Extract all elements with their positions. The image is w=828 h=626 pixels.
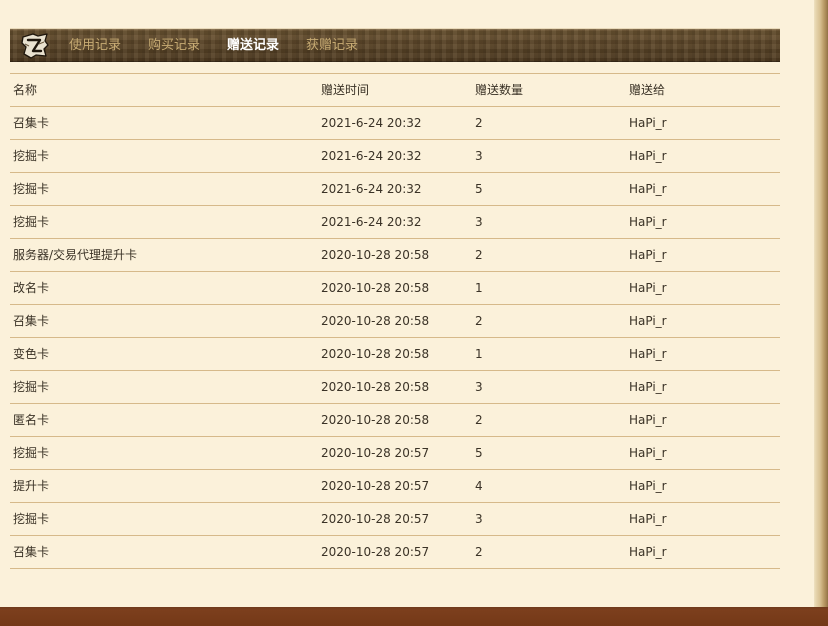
cell-recipient: HaPi_r: [629, 479, 667, 493]
column-header-gift-recipient: 赠送给: [629, 83, 666, 97]
cell-recipient: HaPi_r: [629, 446, 667, 460]
table-row: 挖掘卡 2021-6-24 20:32 3 HaPi_r: [10, 206, 780, 239]
table-row: 变色卡 2020-10-28 20:58 1 HaPi_r: [10, 338, 780, 371]
cell-recipient: HaPi_r: [629, 215, 667, 229]
table-row: 召集卡 2020-10-28 20:57 2 HaPi_r: [10, 536, 780, 569]
table-row: 挖掘卡 2020-10-28 20:58 3 HaPi_r: [10, 371, 780, 404]
cell-gift-quantity: 2: [475, 314, 483, 328]
cell-recipient: HaPi_r: [629, 314, 667, 328]
column-header-gift-quantity: 赠送数量: [475, 83, 524, 97]
cell-item-name: 召集卡: [13, 116, 50, 130]
cell-item-name: 匿名卡: [13, 413, 50, 427]
gift-records-table: 名称 赠送时间 赠送数量 赠送给 召集卡 2021-6-24 20:32 2 HaPi…: [10, 73, 780, 569]
cell-recipient: HaPi_r: [629, 248, 667, 262]
cell-item-name: 挖掘卡: [13, 446, 50, 460]
table-row: 挖掘卡 2020-10-28 20:57 3 HaPi_r: [10, 503, 780, 536]
table-row: 挖掘卡 2021-6-24 20:32 3 HaPi_r: [10, 140, 780, 173]
cell-recipient: HaPi_r: [629, 413, 667, 427]
cell-gift-quantity: 2: [475, 248, 483, 262]
cell-recipient: HaPi_r: [629, 545, 667, 559]
table-row: 召集卡 2020-10-28 20:58 2 HaPi_r: [10, 305, 780, 338]
cell-gift-quantity: 5: [475, 446, 483, 460]
cell-gift-time: 2020-10-28 20:57: [321, 512, 430, 526]
table-row: 召集卡 2021-6-24 20:32 2 HaPi_r: [10, 107, 780, 140]
cell-gift-time: 2020-10-28 20:57: [321, 479, 430, 493]
cell-gift-quantity: 1: [475, 347, 483, 361]
record-tab-bar: 使用记录 购买记录 赠送记录 获赠记录: [10, 29, 780, 62]
tab-gift-sent-records[interactable]: 赠送记录: [227, 37, 279, 54]
cell-gift-quantity: 3: [475, 215, 483, 229]
cell-recipient: HaPi_r: [629, 347, 667, 361]
cell-item-name: 挖掘卡: [13, 215, 50, 229]
cell-item-name: 服务器/交易代理提升卡: [13, 248, 138, 262]
bottom-bar: [0, 607, 828, 626]
cell-gift-quantity: 2: [475, 545, 483, 559]
cell-gift-quantity: 4: [475, 479, 483, 493]
cell-gift-time: 2020-10-28 20:58: [321, 413, 430, 427]
cell-item-name: 改名卡: [13, 281, 50, 295]
cell-item-name: 变色卡: [13, 347, 50, 361]
cell-item-name: 召集卡: [13, 545, 50, 559]
cell-gift-quantity: 2: [475, 413, 483, 427]
column-header-gift-time: 赠送时间: [321, 83, 370, 97]
cell-gift-quantity: 3: [475, 149, 483, 163]
cell-gift-time: 2020-10-28 20:58: [321, 281, 430, 295]
cell-recipient: HaPi_r: [629, 281, 667, 295]
table-row: 改名卡 2020-10-28 20:58 1 HaPi_r: [10, 272, 780, 305]
cell-gift-quantity: 5: [475, 182, 483, 196]
cell-gift-time: 2020-10-28 20:58: [321, 248, 430, 262]
cell-gift-time: 2021-6-24 20:32: [321, 182, 422, 196]
cell-gift-time: 2020-10-28 20:57: [321, 446, 430, 460]
tab-purchase-records[interactable]: 购买记录: [148, 37, 200, 54]
tab-usage-records[interactable]: 使用记录: [69, 37, 121, 54]
cell-gift-quantity: 2: [475, 116, 483, 130]
tab-gift-received-records[interactable]: 获赠记录: [306, 37, 358, 54]
cell-gift-time: 2020-10-28 20:58: [321, 347, 430, 361]
table-row: 提升卡 2020-10-28 20:57 4 HaPi_r: [10, 470, 780, 503]
table-row: 挖掘卡 2020-10-28 20:57 5 HaPi_r: [10, 437, 780, 470]
cell-gift-quantity: 3: [475, 380, 483, 394]
cell-item-name: 召集卡: [13, 314, 50, 328]
cell-item-name: 挖掘卡: [13, 512, 50, 526]
cell-gift-time: 2021-6-24 20:32: [321, 149, 422, 163]
cell-gift-time: 2021-6-24 20:32: [321, 116, 422, 130]
column-header-name: 名称: [13, 83, 38, 97]
cell-recipient: HaPi_r: [629, 149, 667, 163]
cell-recipient: HaPi_r: [629, 512, 667, 526]
table-row: 匿名卡 2020-10-28 20:58 2 HaPi_r: [10, 404, 780, 437]
cell-gift-quantity: 1: [475, 281, 483, 295]
cell-gift-time: 2020-10-28 20:58: [321, 314, 430, 328]
cell-gift-quantity: 3: [475, 512, 483, 526]
cell-gift-time: 2021-6-24 20:32: [321, 215, 422, 229]
cell-item-name: 挖掘卡: [13, 149, 50, 163]
cell-item-name: 挖掘卡: [13, 182, 50, 196]
cell-item-name: 挖掘卡: [13, 380, 50, 394]
cell-gift-time: 2020-10-28 20:58: [321, 380, 430, 394]
game-logo-icon: [20, 32, 50, 59]
table-row: 挖掘卡 2021-6-24 20:32 5 HaPi_r: [10, 173, 780, 206]
cell-item-name: 提升卡: [13, 479, 50, 493]
cell-recipient: HaPi_r: [629, 380, 667, 394]
cell-gift-time: 2020-10-28 20:57: [321, 545, 430, 559]
cell-recipient: HaPi_r: [629, 116, 667, 130]
table-row: 服务器/交易代理提升卡 2020-10-28 20:58 2 HaPi_r: [10, 239, 780, 272]
table-header-row: 名称 赠送时间 赠送数量 赠送给: [10, 74, 780, 107]
cell-recipient: HaPi_r: [629, 182, 667, 196]
page-edge: [814, 0, 828, 608]
